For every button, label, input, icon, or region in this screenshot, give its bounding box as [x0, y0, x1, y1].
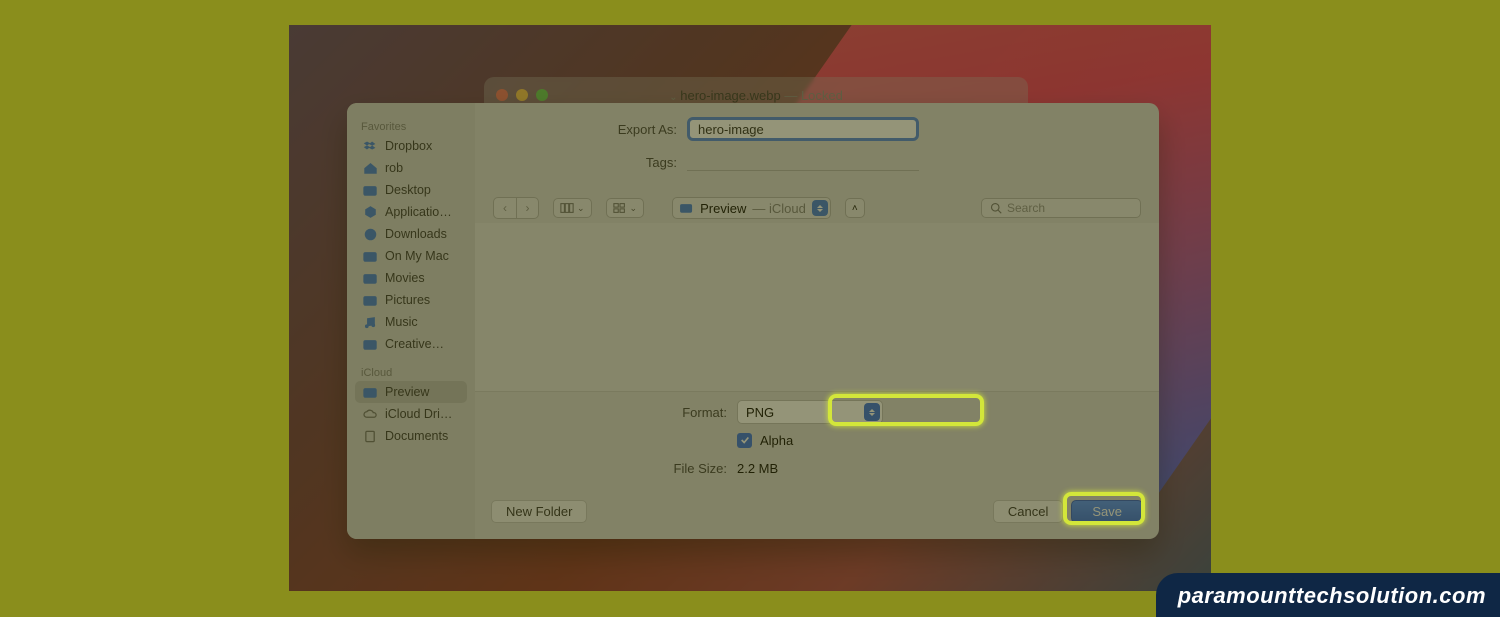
folder-icon: [679, 202, 694, 214]
sidebar-item-label: Documents: [385, 429, 448, 443]
stepper-icon: [812, 200, 828, 216]
sidebar-item-label: Applicatio…: [385, 205, 452, 219]
sidebar-item-icloud-drive[interactable]: iCloud Dri…: [355, 403, 467, 425]
sidebar-item-onmymac[interactable]: On My Mac: [355, 245, 467, 267]
document-icon: [363, 430, 378, 443]
location-popup[interactable]: Preview — iCloud: [672, 197, 831, 219]
sidebar-item-label: Downloads: [385, 227, 447, 241]
dropbox-icon: [363, 140, 378, 153]
sidebar-item-desktop[interactable]: Desktop: [355, 179, 467, 201]
watermark: paramounttechsolution.com: [1156, 573, 1500, 617]
sidebar-item-label: On My Mac: [385, 249, 449, 263]
tags-label: Tags:: [475, 155, 687, 170]
download-icon: [363, 228, 378, 241]
folder-icon: [363, 294, 378, 307]
sidebar-item-movies[interactable]: Movies: [355, 267, 467, 289]
folder-icon: [363, 184, 378, 197]
caret-down-icon: ⌄: [577, 203, 585, 214]
alpha-checkbox[interactable]: [737, 433, 752, 448]
cloud-icon: [363, 408, 378, 421]
group-view-button[interactable]: ⌄: [606, 198, 645, 218]
filesize-row: File Size: 2.2 MB: [475, 456, 1159, 480]
sidebar-item-label: Dropbox: [385, 139, 432, 153]
file-browser-area[interactable]: [475, 223, 1159, 391]
window-title: ⌄ hero-image.webp — Locked: [484, 88, 1028, 103]
sidebar-item-label: Creative…: [385, 337, 444, 351]
alpha-label: Alpha: [760, 433, 793, 448]
cancel-button[interactable]: Cancel: [993, 500, 1063, 523]
alpha-row: Alpha: [475, 428, 1159, 452]
sidebar-item-pictures[interactable]: Pictures: [355, 289, 467, 311]
location-suffix: — iCloud: [752, 201, 805, 216]
music-icon: [363, 316, 378, 329]
sidebar-item-home[interactable]: rob: [355, 157, 467, 179]
save-button[interactable]: Save: [1071, 500, 1143, 523]
export-top-fields: Export As: Tags:: [475, 103, 1159, 189]
app-icon: [363, 206, 378, 219]
format-label: Format:: [475, 405, 737, 420]
dialog-button-row: New Folder Cancel Save: [475, 490, 1159, 539]
sidebar-item-label: rob: [385, 161, 403, 175]
export-main-panel: Export As: Tags: ‹ › ⌄: [475, 103, 1159, 539]
back-icon[interactable]: ‹: [494, 198, 516, 218]
sidebar-item-downloads[interactable]: Downloads: [355, 223, 467, 245]
stepper-icon: [864, 403, 880, 421]
forward-icon[interactable]: ›: [516, 198, 538, 218]
caret-down-icon: ⌄: [630, 203, 638, 214]
export-as-label: Export As:: [475, 122, 687, 137]
sidebar-item-label: iCloud Dri…: [385, 407, 452, 421]
tags-row: Tags:: [475, 153, 1099, 171]
sidebar-item-label: Desktop: [385, 183, 431, 197]
folder-icon: [363, 386, 378, 399]
format-value: PNG: [746, 405, 774, 420]
sidebar-item-label: Music: [385, 315, 418, 329]
finder-toolbar: ‹ › ⌄ ⌄ Preview — iCloud ˄: [475, 193, 1159, 223]
filesize-value: 2.2 MB: [737, 461, 778, 476]
screenshot-region: ⌄ hero-image.webp — Locked Favorites Dro…: [289, 25, 1211, 591]
export-as-input[interactable]: [687, 117, 919, 141]
export-dialog: Favorites Dropbox rob Desktop Applicatio…: [347, 103, 1159, 539]
sidebar-item-dropbox[interactable]: Dropbox: [355, 135, 467, 157]
document-name: hero-image.webp: [680, 88, 780, 103]
folder-icon: [363, 272, 378, 285]
search-icon: [990, 202, 1002, 214]
export-as-row: Export As:: [475, 117, 1099, 141]
document-status: — Locked: [784, 88, 843, 103]
sidebar-item-music[interactable]: Music: [355, 311, 467, 333]
sidebar-item-label: Pictures: [385, 293, 430, 307]
format-options: Format: PNG Alpha File Size: 2.2 MB: [475, 391, 1159, 490]
home-icon: [363, 162, 378, 175]
sidebar-section-icloud: iCloud: [355, 363, 467, 381]
sidebar-item-applications[interactable]: Applicatio…: [355, 201, 467, 223]
search-placeholder: Search: [1007, 201, 1045, 215]
chevron-down-icon: ⌄: [669, 92, 680, 103]
sidebar-item-documents[interactable]: Documents: [355, 425, 467, 447]
folder-icon: [363, 338, 378, 351]
finder-sidebar: Favorites Dropbox rob Desktop Applicatio…: [347, 103, 475, 539]
tags-input[interactable]: [687, 153, 919, 171]
sidebar-section-favorites: Favorites: [355, 117, 467, 135]
search-field[interactable]: Search: [981, 198, 1141, 218]
format-row: Format: PNG: [475, 400, 1159, 424]
watermark-text: paramounttechsolution.com: [1178, 583, 1486, 608]
location-folder-name: Preview: [700, 201, 746, 216]
sidebar-item-creative[interactable]: Creative…: [355, 333, 467, 355]
folder-icon: [363, 250, 378, 263]
sidebar-item-preview[interactable]: Preview: [355, 381, 467, 403]
sidebar-item-label: Preview: [385, 385, 429, 399]
format-select[interactable]: PNG: [737, 400, 883, 424]
column-view-button[interactable]: ⌄: [553, 198, 592, 218]
new-folder-button[interactable]: New Folder: [491, 500, 587, 523]
collapse-toggle[interactable]: ˄: [845, 198, 865, 218]
sidebar-item-label: Movies: [385, 271, 425, 285]
filesize-label: File Size:: [475, 461, 737, 476]
nav-back-forward[interactable]: ‹ ›: [493, 197, 539, 219]
